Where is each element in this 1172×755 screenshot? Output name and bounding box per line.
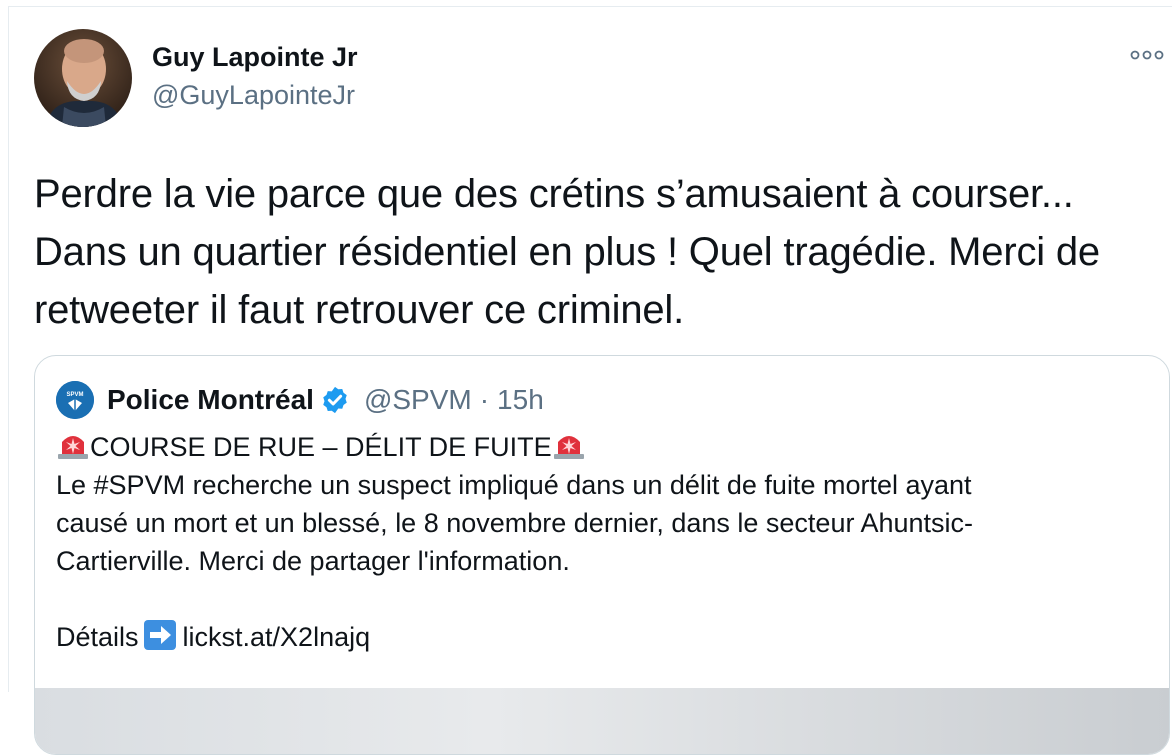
details-link[interactable]: lickst.at/X2lnajq [183, 622, 371, 652]
author-avatar[interactable] [34, 29, 132, 127]
right-arrow-icon [143, 620, 176, 650]
details-line: Détails lickst.at/X2lnajq [56, 618, 1156, 656]
quoted-media-preview[interactable] [35, 688, 1169, 754]
header-separator: · [479, 384, 490, 415]
quoted-body-line: Cartierville. Merci de partager l'inform… [56, 546, 570, 576]
tweet-text: Perdre la vie parce que des crétins s’am… [34, 172, 1100, 332]
verified-badge-icon [323, 386, 347, 414]
quoted-body: COURSE DE RUE – DÉLIT DE FUITE Le #SPVM … [56, 428, 1156, 656]
police-siren-icon [553, 436, 584, 459]
spvm-logo: SPVM [56, 381, 94, 419]
details-label: Détails [56, 622, 139, 652]
author-handle[interactable]: @GuyLapointeJr [152, 79, 355, 111]
spvm-logo-text: SPVM [66, 392, 83, 398]
quoted-headline-line: COURSE DE RUE – DÉLIT DE FUITE [56, 428, 1156, 466]
more-options-icon [1130, 50, 1164, 60]
quoted-body-line: Le #SPVM recherche un suspect impliqué d… [56, 470, 972, 500]
more-options-button[interactable] [1129, 45, 1165, 65]
quoted-author-name[interactable]: Police Montréal [107, 380, 314, 420]
quoted-headline: COURSE DE RUE – DÉLIT DE FUITE [90, 432, 552, 462]
tweet-card: Guy Lapointe Jr @GuyLapointeJr Perdre la… [8, 6, 1172, 755]
profile-photo-icon [34, 29, 132, 127]
quoted-tweet[interactable]: SPVM Police Montréal @SPVM · 15h COURSE [34, 355, 1170, 755]
quoted-timestamp[interactable]: 15h [497, 380, 544, 420]
author-name[interactable]: Guy Lapointe Jr [152, 41, 358, 73]
spvm-logo-icon: SPVM [56, 381, 94, 419]
quoted-body-line: causé un mort et un blessé, le 8 novembr… [56, 508, 974, 538]
police-siren-icon [58, 436, 88, 459]
quoted-author-handle[interactable]: @SPVM [364, 380, 472, 420]
quoted-header: Police Montréal @SPVM · 15h [107, 380, 544, 420]
